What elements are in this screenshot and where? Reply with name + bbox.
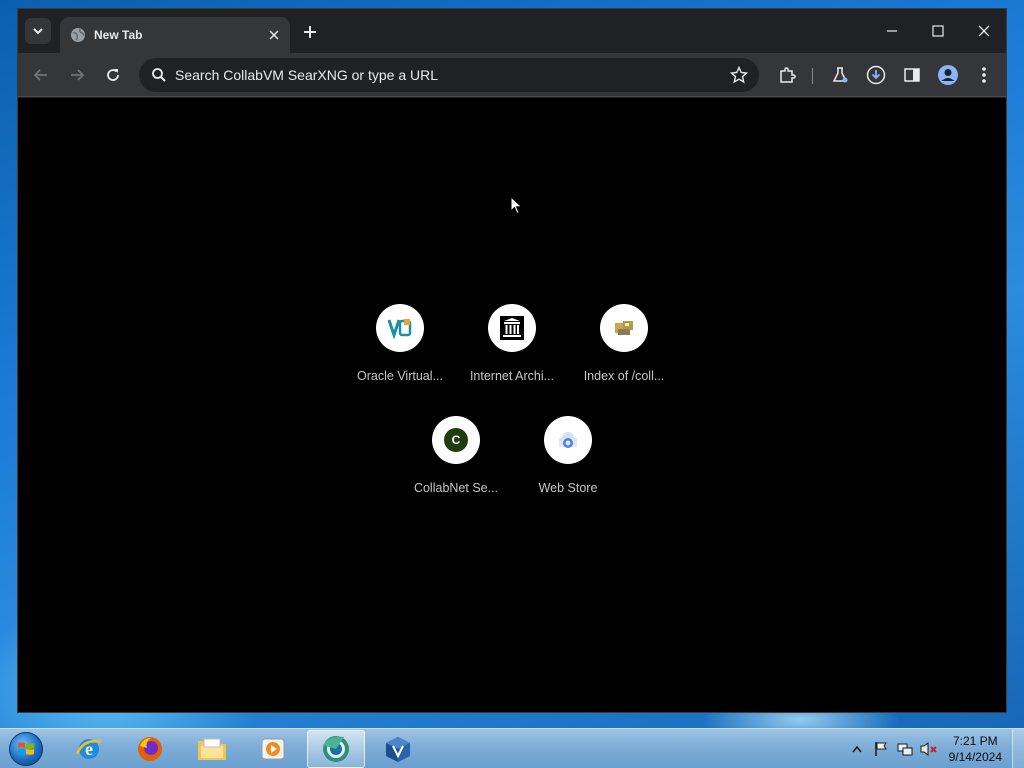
labs-icon xyxy=(832,67,848,83)
close-window-button[interactable] xyxy=(962,15,1006,47)
close-tab-icon[interactable] xyxy=(264,25,284,45)
bookmark-star-icon[interactable] xyxy=(727,63,751,87)
system-tray: 7:21 PM 9/14/2024 xyxy=(843,729,1008,768)
minimize-button[interactable] xyxy=(870,15,914,47)
profile-button[interactable] xyxy=(935,62,961,88)
shortcut-collabnet-search[interactable]: C CollabNet Se... xyxy=(400,416,512,512)
taskbar-chrome[interactable] xyxy=(307,730,365,768)
volume-muted-icon[interactable] xyxy=(919,739,939,759)
browser-window: New Tab Search CollabVM SearXNG or type … xyxy=(17,8,1007,713)
side-panel-button[interactable] xyxy=(899,62,925,88)
virtualbox-icon xyxy=(387,319,412,339)
show-desktop-button[interactable] xyxy=(1012,729,1024,768)
extensions-icon xyxy=(780,67,796,83)
webstore-icon xyxy=(559,432,577,448)
windows-start-icon xyxy=(9,732,43,766)
labs-button[interactable] xyxy=(827,62,853,88)
shortcut-icon-circle xyxy=(376,304,424,352)
menu-button[interactable] xyxy=(971,62,997,88)
index-icon xyxy=(615,321,633,335)
address-bar[interactable] xyxy=(139,58,759,92)
reload-button[interactable] xyxy=(100,62,126,88)
side-panel-icon xyxy=(904,68,920,82)
menu-icon xyxy=(982,67,986,83)
download-icon xyxy=(866,65,886,85)
shortcut-icon-circle xyxy=(600,304,648,352)
extensions-button[interactable] xyxy=(774,62,800,88)
profile-icon xyxy=(938,65,958,85)
chevron-down-icon xyxy=(33,28,43,35)
taskbar-media-player[interactable] xyxy=(244,730,302,768)
virtualbox-icon xyxy=(386,737,410,762)
tab-search-button[interactable] xyxy=(25,18,51,44)
download-button[interactable] xyxy=(863,62,889,88)
start-button[interactable] xyxy=(6,730,46,768)
back-icon xyxy=(33,69,47,81)
shortcut-icon-circle: C xyxy=(432,416,480,464)
forward-icon xyxy=(71,69,85,81)
archive-icon xyxy=(500,316,524,340)
reload-icon xyxy=(107,69,119,81)
toolbar-divider xyxy=(812,68,813,84)
firefox-icon xyxy=(138,737,162,761)
chrome-canary-icon xyxy=(323,736,349,762)
show-hidden-icons-icon[interactable] xyxy=(847,739,867,759)
browser-toolbar xyxy=(18,53,1006,97)
shortcut-label: Oracle Virtual... xyxy=(357,369,443,383)
new-tab-page: Oracle Virtual... Internet Archi... Inde… xyxy=(18,98,1006,712)
mouse-cursor-icon xyxy=(510,196,523,215)
internet-explorer-icon: e xyxy=(75,739,102,759)
shortcut-index-of-coll[interactable]: Index of /coll... xyxy=(568,304,680,400)
shortcut-label: Web Store xyxy=(538,481,598,495)
shortcut-label: Internet Archi... xyxy=(469,369,555,383)
close-icon xyxy=(978,25,990,37)
maximize-icon xyxy=(932,25,944,37)
shortcut-internet-archive[interactable]: Internet Archi... xyxy=(456,304,568,400)
taskbar-firefox[interactable] xyxy=(121,730,179,768)
title-bar: New Tab xyxy=(18,9,1006,53)
plus-icon xyxy=(304,26,316,38)
shortcut-label: CollabNet Se... xyxy=(413,481,499,495)
forward-button[interactable] xyxy=(64,62,90,88)
file-explorer-icon xyxy=(198,738,226,760)
globe-icon xyxy=(70,27,86,43)
clock-time: 7:21 PM xyxy=(952,734,998,748)
shortcut-oracle-virtualbox[interactable]: Oracle Virtual... xyxy=(344,304,456,400)
clock-date: 9/14/2024 xyxy=(948,750,1002,764)
address-input[interactable] xyxy=(175,67,727,83)
tab-new-tab[interactable]: New Tab xyxy=(60,17,290,53)
collabnet-letter: C xyxy=(451,433,461,447)
taskbar: e 7:21 PM 9/14/2024 xyxy=(0,728,1024,768)
minimize-icon xyxy=(887,30,897,32)
taskbar-virtualbox[interactable] xyxy=(369,730,427,768)
taskbar-clock[interactable]: 7:21 PM 9/14/2024 xyxy=(949,733,1002,765)
back-button[interactable] xyxy=(28,62,54,88)
collabnet-icon: C xyxy=(444,428,468,452)
tab-title: New Tab xyxy=(94,28,143,42)
taskbar-file-explorer[interactable] xyxy=(183,730,241,768)
search-icon xyxy=(149,65,169,85)
media-player-icon xyxy=(261,738,285,760)
new-tab-button[interactable] xyxy=(299,21,321,43)
shortcut-web-store[interactable]: Web Store xyxy=(512,416,624,512)
maximize-button[interactable] xyxy=(916,15,960,47)
shortcut-label: Index of /coll... xyxy=(583,369,665,383)
network-icon[interactable] xyxy=(895,739,915,759)
shortcut-icon-circle xyxy=(488,304,536,352)
shortcut-icon-circle xyxy=(544,416,592,464)
taskbar-internet-explorer[interactable]: e xyxy=(60,730,118,768)
action-center-flag-icon[interactable] xyxy=(871,739,891,759)
